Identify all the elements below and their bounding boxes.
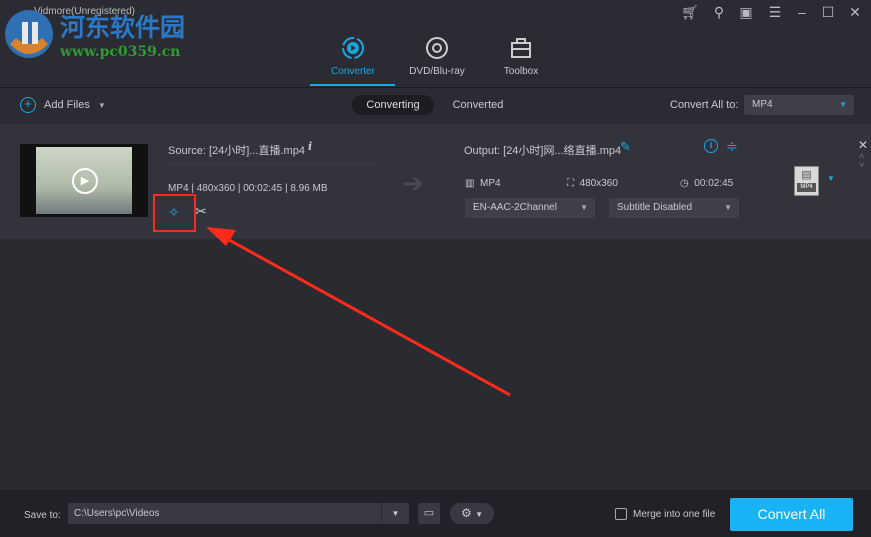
bottom-bar: Save to: C:\Users\pc\Videos ▼ ▭ ⚙ ▼ Merg… bbox=[0, 490, 871, 537]
save-to-label: Save to: bbox=[24, 510, 61, 521]
open-folder-button[interactable]: ▭ bbox=[418, 503, 440, 524]
convert-all-button[interactable]: Convert All bbox=[730, 498, 853, 531]
chevron-down-icon[interactable]: ▼ bbox=[381, 503, 409, 524]
settings-button[interactable]: ⚙ ▼ bbox=[450, 503, 494, 524]
save-path-value: C:\Users\pc\Videos bbox=[74, 508, 160, 519]
merge-checkbox[interactable] bbox=[615, 508, 627, 520]
annotation-arrow bbox=[206, 227, 511, 397]
merge-label: Merge into one file bbox=[633, 509, 716, 520]
save-path-input[interactable]: C:\Users\pc\Videos ▼ bbox=[68, 503, 409, 524]
chevron-down-icon: ▼ bbox=[475, 510, 484, 519]
gear-icon: ⚙ bbox=[460, 506, 472, 520]
